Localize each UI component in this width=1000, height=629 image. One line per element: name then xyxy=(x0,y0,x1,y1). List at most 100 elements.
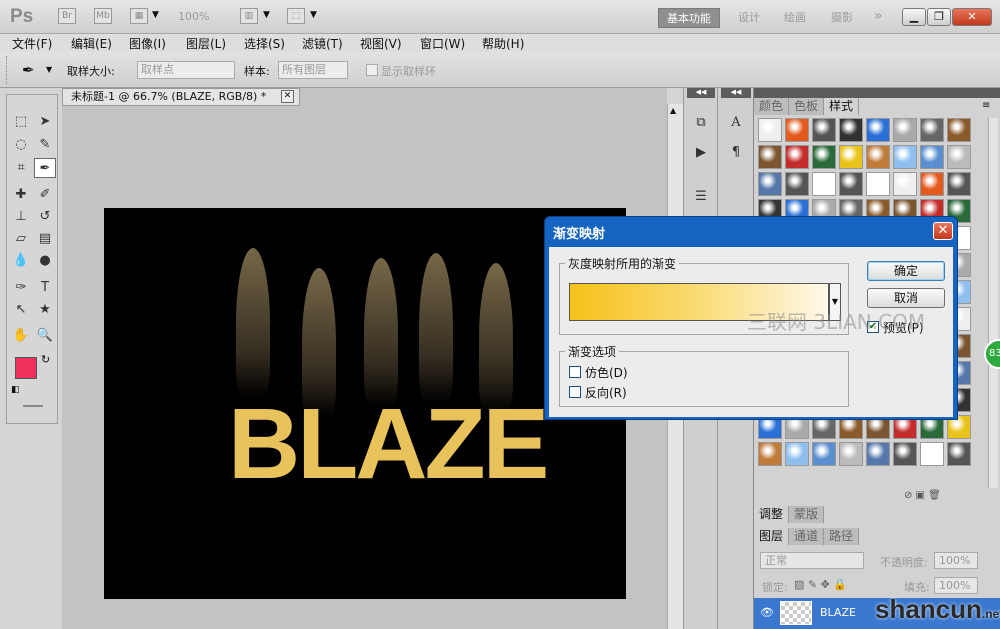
style-preset-swatch[interactable] xyxy=(893,118,917,142)
eyedropper-icon[interactable]: ✒ xyxy=(22,61,35,79)
chevron-down-icon[interactable]: ▼ xyxy=(46,65,52,74)
view-extras-icon[interactable]: ▦ xyxy=(130,8,148,24)
default-colors-icon[interactable]: ◧ xyxy=(11,385,20,395)
clone-stamp-tool-icon[interactable]: ⊥ xyxy=(10,207,32,227)
style-preset-swatch[interactable] xyxy=(785,118,809,142)
style-preset-swatch[interactable] xyxy=(947,172,971,196)
style-preset-swatch[interactable] xyxy=(758,145,782,169)
styles-scrollbar[interactable] xyxy=(988,118,998,488)
menu-image[interactable]: 图像(I) xyxy=(129,35,166,52)
sample-size-select[interactable]: 取样点 xyxy=(137,61,235,79)
history-brush-tool-icon[interactable]: ↺ xyxy=(34,207,56,227)
menu-layer[interactable]: 图层(L) xyxy=(186,35,226,52)
style-preset-swatch[interactable] xyxy=(785,172,809,196)
close-document-icon[interactable]: ✕ xyxy=(281,90,294,103)
crop-tool-icon[interactable]: ⌗ xyxy=(10,158,32,178)
chevron-down-icon[interactable]: ▼ xyxy=(152,10,159,20)
opacity-field[interactable]: 100% xyxy=(934,552,978,569)
style-preset-swatch[interactable] xyxy=(812,118,836,142)
tab-masks[interactable]: 蒙版 xyxy=(789,506,825,523)
type-tool-icon[interactable]: T xyxy=(34,278,56,298)
style-preset-swatch[interactable] xyxy=(839,118,863,142)
brush-tool-icon[interactable]: ✐ xyxy=(34,185,56,205)
style-preset-swatch[interactable] xyxy=(785,442,809,466)
style-preset-swatch[interactable] xyxy=(866,145,890,169)
collapse-icon[interactable]: ◀◀ xyxy=(721,88,751,98)
menu-select[interactable]: 选择(S) xyxy=(244,35,285,52)
style-preset-swatch[interactable] xyxy=(866,118,890,142)
style-preset-swatch[interactable] xyxy=(812,442,836,466)
path-select-tool-icon[interactable]: ↖ xyxy=(10,300,32,320)
collapse-icon[interactable]: ◀◀ xyxy=(687,88,715,98)
style-preset-swatch[interactable] xyxy=(947,118,971,142)
eraser-tool-icon[interactable]: ▱ xyxy=(10,229,32,249)
move-tool-icon[interactable]: ➤ xyxy=(34,112,56,132)
actions-panel-icon[interactable]: ▶ xyxy=(690,142,712,164)
pen-tool-icon[interactable]: ✑ xyxy=(10,278,32,298)
foreground-color-swatch[interactable] xyxy=(15,357,37,379)
style-preset-swatch[interactable] xyxy=(758,118,782,142)
style-preset-swatch[interactable] xyxy=(839,442,863,466)
reverse-checkbox[interactable] xyxy=(569,386,581,398)
gradient-tool-icon[interactable]: ▤ xyxy=(34,229,56,249)
style-preset-swatch[interactable] xyxy=(893,145,917,169)
style-preset-swatch[interactable] xyxy=(866,172,890,196)
tab-paths[interactable]: 路径 xyxy=(824,528,860,545)
paragraph-panel-icon[interactable]: ¶ xyxy=(725,142,747,164)
style-preset-swatch[interactable] xyxy=(920,442,944,466)
menu-help[interactable]: 帮助(H) xyxy=(482,35,524,52)
more-workspaces-button[interactable]: » xyxy=(866,6,891,26)
style-preset-swatch[interactable] xyxy=(839,145,863,169)
cancel-button[interactable]: 取消 xyxy=(867,288,945,308)
tab-adjustments[interactable]: 调整 xyxy=(754,506,790,523)
lasso-tool-icon[interactable]: ◌ xyxy=(10,135,32,155)
grip-handle[interactable] xyxy=(6,56,9,84)
tab-swatches[interactable]: 色板 xyxy=(789,98,825,115)
menu-window[interactable]: 窗口(W) xyxy=(420,35,465,52)
hand-tool-icon[interactable]: ✋ xyxy=(10,326,32,346)
workspace-essentials-button[interactable]: 基本功能 xyxy=(658,8,720,28)
tab-channels[interactable]: 通道 xyxy=(789,528,825,545)
style-preset-swatch[interactable] xyxy=(785,145,809,169)
bridge-icon[interactable]: Br xyxy=(58,8,76,24)
zoom-level[interactable]: 100% xyxy=(178,10,209,23)
style-preset-swatch[interactable] xyxy=(812,145,836,169)
ok-button[interactable]: 确定 xyxy=(867,261,945,281)
style-preset-swatch[interactable] xyxy=(758,442,782,466)
shape-tool-icon[interactable]: ★ xyxy=(34,300,56,320)
styles-footer-icons[interactable]: ⊘ ▣ 🗑 xyxy=(904,490,941,501)
lock-icons[interactable]: ▨ ✎ ✥ 🔒 xyxy=(794,578,847,591)
blend-mode-select[interactable]: 正常 xyxy=(760,552,864,569)
style-preset-swatch[interactable] xyxy=(839,172,863,196)
restore-button[interactable]: ❐ xyxy=(927,8,951,26)
workspace-painting-button[interactable]: 绘画 xyxy=(776,8,814,28)
dodge-tool-icon[interactable]: ● xyxy=(34,251,56,271)
style-preset-swatch[interactable] xyxy=(893,172,917,196)
scroll-up-icon[interactable]: ▲ xyxy=(670,106,676,115)
menu-edit[interactable]: 编辑(E) xyxy=(71,35,112,52)
tool-presets-icon[interactable]: ☰ xyxy=(690,186,712,208)
chevron-down-icon[interactable]: ▼ xyxy=(263,10,270,20)
style-preset-swatch[interactable] xyxy=(758,172,782,196)
style-preset-swatch[interactable] xyxy=(920,118,944,142)
swap-colors-icon[interactable]: ↻ xyxy=(41,353,50,366)
healing-brush-tool-icon[interactable]: ✚ xyxy=(10,185,32,205)
style-preset-swatch[interactable] xyxy=(947,442,971,466)
history-panel-icon[interactable]: ⧉ xyxy=(690,112,712,134)
screen-mode-icon[interactable]: ⬚ xyxy=(287,8,305,24)
workspace-design-button[interactable]: 设计 xyxy=(730,8,768,28)
fill-field[interactable]: 100% xyxy=(934,577,978,594)
close-window-button[interactable]: ✕ xyxy=(952,8,992,26)
style-preset-swatch[interactable] xyxy=(947,145,971,169)
mini-bridge-icon[interactable]: Mb xyxy=(94,8,112,24)
quick-select-tool-icon[interactable]: ✎ xyxy=(34,135,56,155)
menu-filter[interactable]: 滤镜(T) xyxy=(302,35,343,52)
minimize-button[interactable]: ▁ xyxy=(902,8,926,26)
eye-icon[interactable]: 👁 xyxy=(760,606,774,619)
zoom-tool-icon[interactable]: 🔍 xyxy=(34,326,56,346)
menu-view[interactable]: 视图(V) xyxy=(360,35,402,52)
chevron-down-icon[interactable]: ▼ xyxy=(310,10,317,20)
arrange-documents-icon[interactable]: ▥ xyxy=(240,8,258,24)
sample-layers-select[interactable]: 所有图层 xyxy=(278,61,348,79)
tab-layers[interactable]: 图层 xyxy=(754,528,790,545)
